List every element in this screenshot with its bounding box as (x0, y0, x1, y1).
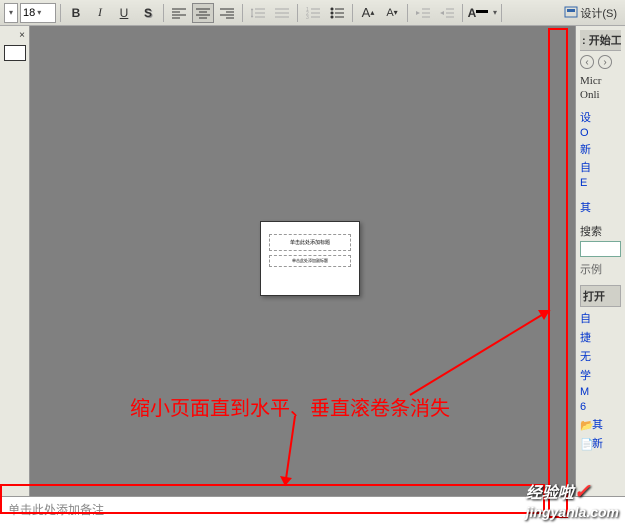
slide-subtitle-placeholder[interactable]: 单击此处添加副标题 (269, 255, 351, 267)
example-label: 示例 (580, 261, 621, 277)
task-pane-header: : 开始工 (580, 30, 621, 51)
bold-button[interactable]: B (65, 3, 87, 23)
separator (163, 4, 164, 22)
recent-item[interactable]: 捷 (580, 329, 621, 345)
link-item[interactable]: 其 (580, 199, 621, 215)
svg-text:3: 3 (306, 15, 309, 19)
search-label: 搜索 (580, 223, 621, 239)
link-item[interactable]: 设 (580, 109, 621, 125)
slide[interactable]: 单击此处添加标题 单击此处添加副标题 (260, 221, 360, 296)
slides-panel: × (0, 26, 30, 496)
forward-icon[interactable]: › (598, 55, 612, 69)
design-label: 设计(S) (580, 5, 617, 21)
underline-button[interactable]: U (113, 3, 135, 23)
office-online-label: Micr (580, 75, 621, 87)
numbered-list-button[interactable]: 123 (302, 3, 324, 23)
font-color-button[interactable]: A (467, 3, 489, 23)
increase-indent-button[interactable] (436, 3, 458, 23)
close-panel-icon[interactable]: × (4, 30, 25, 41)
design-button[interactable]: 设计(S) (560, 5, 621, 21)
align-center-button[interactable] (192, 3, 214, 23)
increase-font-button[interactable]: A▴ (357, 3, 379, 23)
italic-button[interactable]: I (89, 3, 111, 23)
office-online-sublabel: Onli (580, 89, 621, 101)
separator (297, 4, 298, 22)
main-area: × 单击此处添加标题 单击此处添加副标题 : 开始工 ‹ › Micr Onli… (0, 26, 625, 496)
link-item[interactable]: E (580, 177, 621, 189)
separator (60, 4, 61, 22)
link-item[interactable]: O (580, 127, 621, 139)
formatting-toolbar: ▾ 18▾ B I U S 123 A▴ A▾ A ▾ 设计(S) (0, 0, 625, 26)
recent-item[interactable]: 6 (580, 401, 621, 413)
recent-item[interactable]: M (580, 386, 621, 398)
back-icon[interactable]: ‹ (580, 55, 594, 69)
chevron-down-icon: ▾ (9, 8, 13, 17)
link-item[interactable]: 新 (580, 141, 621, 157)
separator (242, 4, 243, 22)
slide-thumbnail[interactable] (4, 45, 26, 61)
recent-item[interactable]: 学 (580, 367, 621, 383)
separator (501, 4, 502, 22)
recent-item[interactable]: 📂其 (580, 416, 621, 432)
link-item[interactable]: 自 (580, 159, 621, 175)
line-spacing-button[interactable] (247, 3, 269, 23)
decrease-indent-button[interactable] (412, 3, 434, 23)
slide-canvas[interactable]: 单击此处添加标题 单击此处添加副标题 (30, 26, 575, 496)
separator (352, 4, 353, 22)
font-size-value: 18 (23, 7, 35, 19)
task-pane: : 开始工 ‹ › Micr Onli 设 O 新 自 E 其 搜索 示例 打开… (575, 26, 625, 496)
new-item[interactable]: 📄新 (580, 435, 621, 451)
chevron-down-icon[interactable]: ▾ (493, 8, 497, 17)
folder-icon: 📂 (580, 419, 592, 431)
shadow-button[interactable]: S (137, 3, 159, 23)
decrease-font-button[interactable]: A▾ (381, 3, 403, 23)
watermark: 经验啦✓ jingyanla.com (526, 479, 619, 520)
distribute-button[interactable] (271, 3, 293, 23)
new-icon: 📄 (580, 438, 592, 450)
search-input[interactable] (580, 241, 621, 257)
font-dropdown[interactable]: ▾ (4, 3, 18, 23)
align-right-button[interactable] (216, 3, 238, 23)
check-icon: ✓ (574, 481, 591, 503)
separator (407, 4, 408, 22)
bullet-list-button[interactable] (326, 3, 348, 23)
recent-item[interactable]: 自 (580, 310, 621, 326)
separator (462, 4, 463, 22)
open-section-header: 打开 (580, 285, 621, 307)
chevron-down-icon: ▾ (37, 8, 41, 17)
font-size-dropdown[interactable]: 18▾ (20, 3, 56, 23)
align-left-button[interactable] (168, 3, 190, 23)
slide-title-placeholder[interactable]: 单击此处添加标题 (269, 234, 351, 251)
recent-item[interactable]: 无 (580, 348, 621, 364)
